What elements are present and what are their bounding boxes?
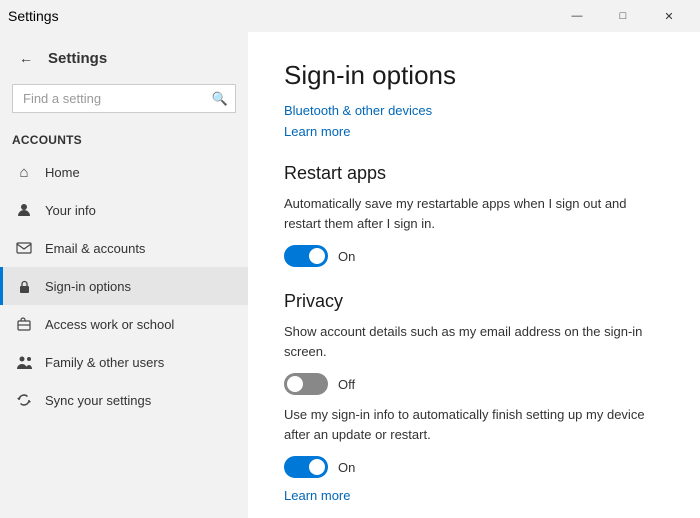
- bluetooth-link[interactable]: Bluetooth & other devices: [284, 103, 664, 118]
- content-area: Sign-in options Bluetooth & other device…: [248, 32, 700, 518]
- sidebar-item-sync-settings-label: Sync your settings: [45, 393, 151, 408]
- privacy-section: Privacy Show account details such as my …: [284, 291, 664, 503]
- email-icon: [15, 239, 33, 257]
- sidebar-nav-top: ← Settings: [0, 36, 248, 80]
- restart-apps-toggle-label: On: [338, 249, 355, 264]
- privacy-setup-toggle[interactable]: [284, 456, 328, 478]
- restart-apps-toggle-thumb: [309, 248, 325, 264]
- page-title: Sign-in options: [284, 60, 664, 91]
- sidebar-item-sign-in-options-label: Sign-in options: [45, 279, 131, 294]
- restart-apps-toggle[interactable]: [284, 245, 328, 267]
- restart-apps-toggle-track[interactable]: [284, 245, 328, 267]
- close-button[interactable]: ✕: [646, 0, 692, 32]
- privacy-setup-toggle-track[interactable]: [284, 456, 328, 478]
- sidebar-app-title: Settings: [48, 50, 107, 67]
- learn-more-top-link[interactable]: Learn more: [284, 124, 664, 139]
- sidebar: ← Settings 🔍 Accounts ⌂ Home Your info: [0, 32, 248, 518]
- app-container: ← Settings 🔍 Accounts ⌂ Home Your info: [0, 32, 700, 518]
- sidebar-item-email-accounts-label: Email & accounts: [45, 241, 145, 256]
- minimize-button[interactable]: —: [554, 0, 600, 32]
- lock-icon: [15, 277, 33, 295]
- privacy-setup-toggle-label: On: [338, 460, 355, 475]
- sidebar-item-access-work-label: Access work or school: [45, 317, 174, 332]
- home-icon: ⌂: [15, 163, 33, 181]
- restart-apps-title: Restart apps: [284, 163, 664, 184]
- privacy-email-toggle-label: Off: [338, 377, 355, 392]
- privacy-setup-toggle-thumb: [309, 459, 325, 475]
- sidebar-item-access-work[interactable]: Access work or school: [0, 305, 248, 343]
- learn-more-privacy-link[interactable]: Learn more: [284, 488, 664, 503]
- sidebar-item-your-info[interactable]: Your info: [0, 191, 248, 229]
- restart-apps-section: Restart apps Automatically save my resta…: [284, 163, 664, 267]
- title-bar: Settings — □ ✕: [0, 0, 700, 32]
- search-input[interactable]: [12, 84, 236, 113]
- sidebar-item-sign-in-options[interactable]: Sign-in options: [0, 267, 248, 305]
- sync-icon: [15, 391, 33, 409]
- privacy-email-desc: Show account details such as my email ad…: [284, 322, 664, 361]
- family-icon: [15, 353, 33, 371]
- restart-apps-toggle-row: On: [284, 245, 664, 267]
- sidebar-item-home-label: Home: [45, 165, 80, 180]
- title-bar-title: Settings: [8, 8, 59, 24]
- briefcase-icon: [15, 315, 33, 333]
- sidebar-section-label: Accounts: [0, 125, 248, 153]
- person-icon: [15, 201, 33, 219]
- privacy-email-toggle-row: Off: [284, 373, 664, 395]
- privacy-setup-toggle-row: On: [284, 456, 664, 478]
- title-bar-left: Settings: [8, 8, 59, 24]
- privacy-email-toggle-thumb: [287, 376, 303, 392]
- privacy-title: Privacy: [284, 291, 664, 312]
- privacy-email-toggle[interactable]: [284, 373, 328, 395]
- privacy-setup-desc: Use my sign-in info to automatically fin…: [284, 405, 664, 444]
- restart-apps-desc: Automatically save my restartable apps w…: [284, 194, 664, 233]
- sidebar-item-sync-settings[interactable]: Sync your settings: [0, 381, 248, 419]
- sidebar-item-family-users[interactable]: Family & other users: [0, 343, 248, 381]
- sidebar-item-email-accounts[interactable]: Email & accounts: [0, 229, 248, 267]
- sidebar-item-your-info-label: Your info: [45, 203, 96, 218]
- title-bar-controls: — □ ✕: [554, 0, 692, 32]
- sidebar-search: 🔍: [12, 84, 236, 113]
- back-button[interactable]: ←: [12, 44, 40, 72]
- sidebar-item-home[interactable]: ⌂ Home: [0, 153, 248, 191]
- sidebar-item-family-users-label: Family & other users: [45, 355, 164, 370]
- privacy-email-toggle-track[interactable]: [284, 373, 328, 395]
- maximize-button[interactable]: □: [600, 0, 646, 32]
- search-icon: 🔍: [212, 91, 228, 107]
